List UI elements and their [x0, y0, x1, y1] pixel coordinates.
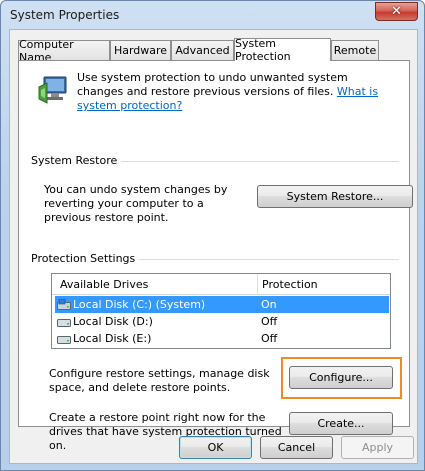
system-restore-button[interactable]: System Restore...: [257, 185, 413, 208]
drive-protection-status: Off: [261, 332, 278, 345]
tab-computer-name[interactable]: Computer Name: [18, 38, 110, 64]
drive-row-c[interactable]: Local Disk (C:) (System) On: [55, 296, 389, 313]
drive-protection-status: On: [261, 298, 277, 311]
intro-text: Use system protection to undo unwanted s…: [77, 71, 348, 98]
title-bar[interactable]: System Properties ✕: [1, 1, 424, 29]
column-protection[interactable]: Protection: [262, 278, 318, 291]
drive-row-d[interactable]: Local Disk (D:) Off: [55, 313, 389, 330]
system-drive-icon: [57, 299, 71, 310]
drive-row-e[interactable]: Local Disk (E:) Off: [55, 330, 389, 347]
ok-button[interactable]: OK: [179, 436, 252, 459]
drive-list[interactable]: Available Drives Protection Local Disk (…: [51, 273, 391, 349]
configure-description: Configure restore settings, manage disk …: [49, 367, 270, 394]
cancel-button[interactable]: Cancel: [260, 436, 333, 459]
create-button[interactable]: Create...: [289, 412, 393, 435]
system-protection-icon: [38, 76, 67, 104]
drive-name: Local Disk (E:): [73, 332, 152, 345]
drive-protection-status: Off: [261, 315, 278, 328]
column-separator[interactable]: [257, 274, 258, 295]
close-icon: ✕: [391, 4, 402, 19]
drive-name: Local Disk (C:) (System): [73, 298, 206, 311]
column-available-drives[interactable]: Available Drives: [60, 278, 148, 291]
tab-hardware[interactable]: Hardware: [110, 40, 171, 60]
close-button[interactable]: ✕: [375, 2, 418, 21]
tab-advanced[interactable]: Advanced: [171, 40, 234, 60]
protection-settings-heading: Protection Settings: [31, 252, 140, 265]
intro-description: Use system protection to undo unwanted s…: [77, 71, 397, 113]
system-protection-panel: Use system protection to undo unwanted s…: [18, 60, 413, 452]
window-title: System Properties: [10, 8, 120, 22]
apply-button[interactable]: Apply: [341, 436, 414, 459]
system-restore-heading: System Restore: [31, 154, 122, 167]
system-properties-window: System Properties ✕ Computer Name Hardwa…: [0, 0, 425, 471]
dialog-client-area: Computer Name Hardware Advanced System P…: [9, 29, 418, 464]
tab-remote[interactable]: Remote: [331, 40, 379, 60]
create-description: Create a restore point right now for the…: [49, 411, 282, 452]
drive-name: Local Disk (D:): [73, 315, 153, 328]
system-restore-description: You can undo system changes by reverting…: [44, 183, 228, 224]
configure-button[interactable]: Configure...: [289, 366, 393, 389]
tab-system-protection[interactable]: System Protection: [234, 37, 331, 63]
drive-icon: [57, 336, 71, 344]
drive-icon: [57, 319, 71, 327]
drive-list-header: Available Drives Protection: [52, 274, 390, 295]
